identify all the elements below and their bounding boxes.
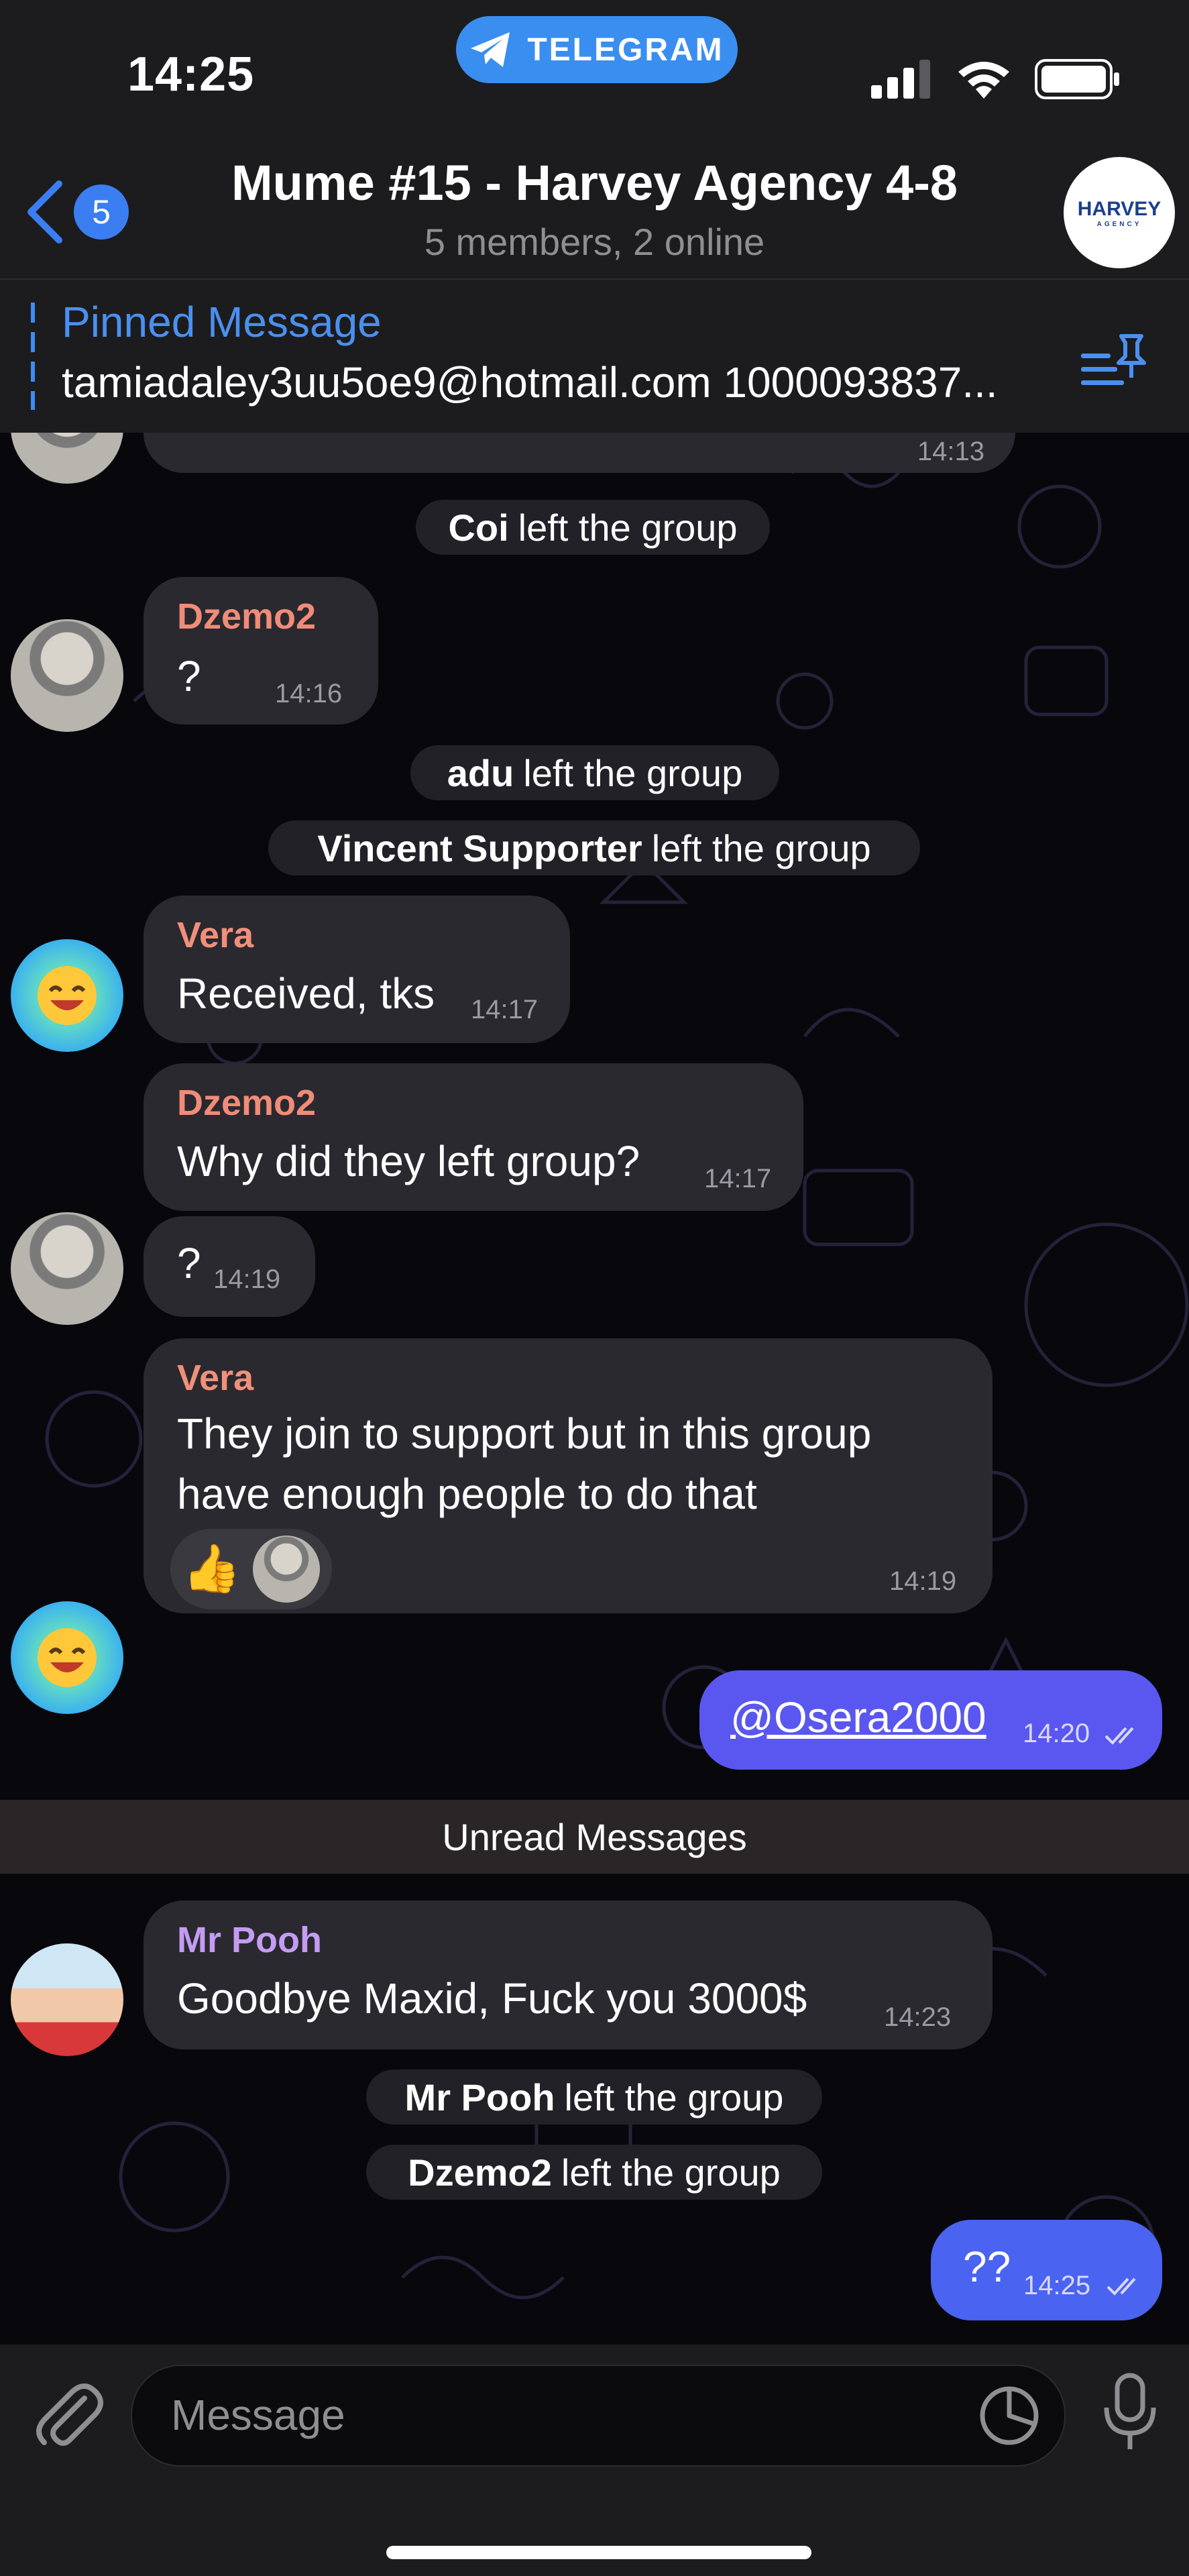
message-text: They join to support but in this group bbox=[177, 1409, 872, 1458]
smiley-icon bbox=[38, 1628, 97, 1687]
pinned-text: tamiadaley3uu5oe9@hotmail.com 1000093837… bbox=[62, 358, 998, 407]
pin-list-icon[interactable] bbox=[1081, 333, 1148, 394]
service-user: Mr Pooh bbox=[404, 2076, 555, 2118]
avatar-vera[interactable] bbox=[11, 1601, 123, 1714]
message-list[interactable]: 14:13 Coi left the group Dzemo2 ? 14:16 a… bbox=[0, 433, 1189, 2345]
reactor-avatar bbox=[253, 1536, 321, 1603]
message-bubble[interactable]: Dzemo2 Why did they left group? 14:17 bbox=[144, 1063, 803, 1211]
message-bubble[interactable]: Dzemo2 ? 14:16 bbox=[144, 577, 378, 724]
read-check-icon bbox=[1107, 2277, 1136, 2296]
message-time: 14:17 bbox=[704, 1164, 772, 1193]
message-bubble[interactable]: Mr Pooh Goodbye Maxid, Fuck you 3000$ 14… bbox=[144, 1900, 993, 2049]
message-text: Goodbye Maxid, Fuck you 3000$ bbox=[177, 1974, 807, 2023]
message-sender: Dzemo2 bbox=[177, 1083, 317, 1123]
service-user: adu bbox=[447, 751, 514, 794]
avatar-mr-pooh[interactable] bbox=[11, 1943, 123, 2056]
message-time: 14:13 bbox=[917, 437, 984, 466]
message-text: have enough people to do that bbox=[177, 1470, 757, 1518]
service-message: Coi left the group bbox=[416, 500, 770, 555]
home-indicator[interactable] bbox=[386, 2546, 811, 2559]
battery-icon bbox=[1035, 59, 1119, 99]
message-time: 14:19 bbox=[213, 1265, 281, 1294]
message-text: Why did they left group? bbox=[177, 1137, 640, 1185]
telegram-pill[interactable]: TELEGRAM bbox=[456, 16, 738, 83]
message-text: Received, tks bbox=[177, 969, 435, 1018]
message-bubble[interactable]: 14:13 bbox=[144, 433, 1015, 473]
message-input-placeholder: Message bbox=[171, 2391, 345, 2439]
service-message: Dzemo2 left the group bbox=[366, 2145, 822, 2200]
message-time: 14:17 bbox=[471, 995, 539, 1024]
message-mention-link[interactable]: @Osera2000 bbox=[730, 1686, 986, 1748]
service-user: Coi bbox=[448, 506, 509, 549]
pinned-title: Pinned Message bbox=[62, 298, 382, 346]
composer-bar: Message bbox=[0, 2345, 1189, 2576]
status-bar: 14:25 TELEGRAM bbox=[0, 0, 1189, 134]
smiley-icon bbox=[38, 966, 97, 1025]
message-time: 14:25 bbox=[1023, 2271, 1091, 2300]
avatar-vera[interactable] bbox=[11, 939, 123, 1052]
read-check-icon bbox=[1105, 1727, 1134, 1745]
message-sender: Mr Pooh bbox=[177, 1920, 322, 1960]
telegram-plane-icon bbox=[471, 32, 510, 67]
message-bubble[interactable]: Vera Received, tks 14:17 bbox=[144, 896, 570, 1043]
service-action: left the group bbox=[651, 826, 871, 869]
group-avatar[interactable]: HARVEY AGENCY bbox=[1064, 157, 1175, 268]
service-user: Dzemo2 bbox=[408, 2151, 552, 2194]
service-action: left the group bbox=[561, 2151, 781, 2194]
unread-messages-divider: Unread Messages bbox=[0, 1800, 1189, 1874]
chat-title[interactable]: Mume #15 - Harvey Agency 4-8 bbox=[0, 154, 1189, 211]
avatar-dzemo2[interactable] bbox=[11, 619, 123, 732]
service-user: Vincent Supporter bbox=[317, 826, 642, 869]
service-action: left the group bbox=[523, 751, 743, 794]
message-sender: Vera bbox=[177, 1358, 254, 1398]
message-time: 14:20 bbox=[1023, 1719, 1090, 1748]
reaction-chip[interactable]: 👍 bbox=[170, 1529, 333, 1609]
message-bubble[interactable]: Vera They join to support but in this gr… bbox=[144, 1338, 993, 1613]
service-message: adu left the group bbox=[410, 745, 779, 800]
message-time: 14:16 bbox=[275, 679, 343, 708]
sticker-icon[interactable] bbox=[977, 2383, 1041, 2448]
message-text: ? bbox=[177, 652, 201, 700]
telegram-pill-label: TELEGRAM bbox=[527, 32, 724, 68]
pinned-message-bar[interactable]: Pinned Message tamiadaley3uu5oe9@hotmail… bbox=[0, 278, 1189, 434]
chat-header: 5 Mume #15 - Harvey Agency 4-8 5 members… bbox=[0, 134, 1189, 278]
outgoing-message-bubble[interactable]: @Osera2000 14:20 bbox=[699, 1670, 1162, 1770]
service-action: left the group bbox=[564, 2076, 784, 2118]
microphone-icon[interactable] bbox=[1100, 2373, 1160, 2453]
message-text: ? bbox=[177, 1239, 201, 1287]
service-message: Vincent Supporter left the group bbox=[268, 820, 920, 875]
message-sender: Vera bbox=[177, 915, 254, 955]
group-avatar-text: HARVEY bbox=[1077, 197, 1162, 220]
status-time: 14:25 bbox=[127, 48, 255, 101]
message-time: 14:19 bbox=[889, 1566, 957, 1596]
group-avatar-subtext: AGENCY bbox=[1096, 220, 1142, 228]
message-bubble[interactable]: ? 14:19 bbox=[144, 1216, 315, 1317]
thumbs-up-icon: 👍 bbox=[182, 1542, 241, 1595]
pinned-indicator bbox=[31, 303, 35, 410]
outgoing-message-bubble[interactable]: ?? 14:25 bbox=[931, 2220, 1162, 2320]
signal-icon bbox=[871, 60, 930, 99]
wifi-icon bbox=[958, 62, 1009, 99]
message-text: ?? bbox=[963, 2243, 1011, 2291]
chat-subtitle: 5 members, 2 online bbox=[424, 221, 765, 263]
message-input[interactable]: Message bbox=[131, 2365, 1066, 2467]
status-icons bbox=[871, 59, 1122, 99]
service-message: Mr Pooh left the group bbox=[366, 2070, 822, 2125]
message-time: 14:23 bbox=[884, 2002, 952, 2032]
message-sender: Dzemo2 bbox=[177, 596, 317, 637]
avatar-dzemo2[interactable] bbox=[11, 1212, 123, 1325]
service-action: left the group bbox=[518, 506, 738, 549]
paperclip-icon[interactable] bbox=[31, 2378, 105, 2452]
